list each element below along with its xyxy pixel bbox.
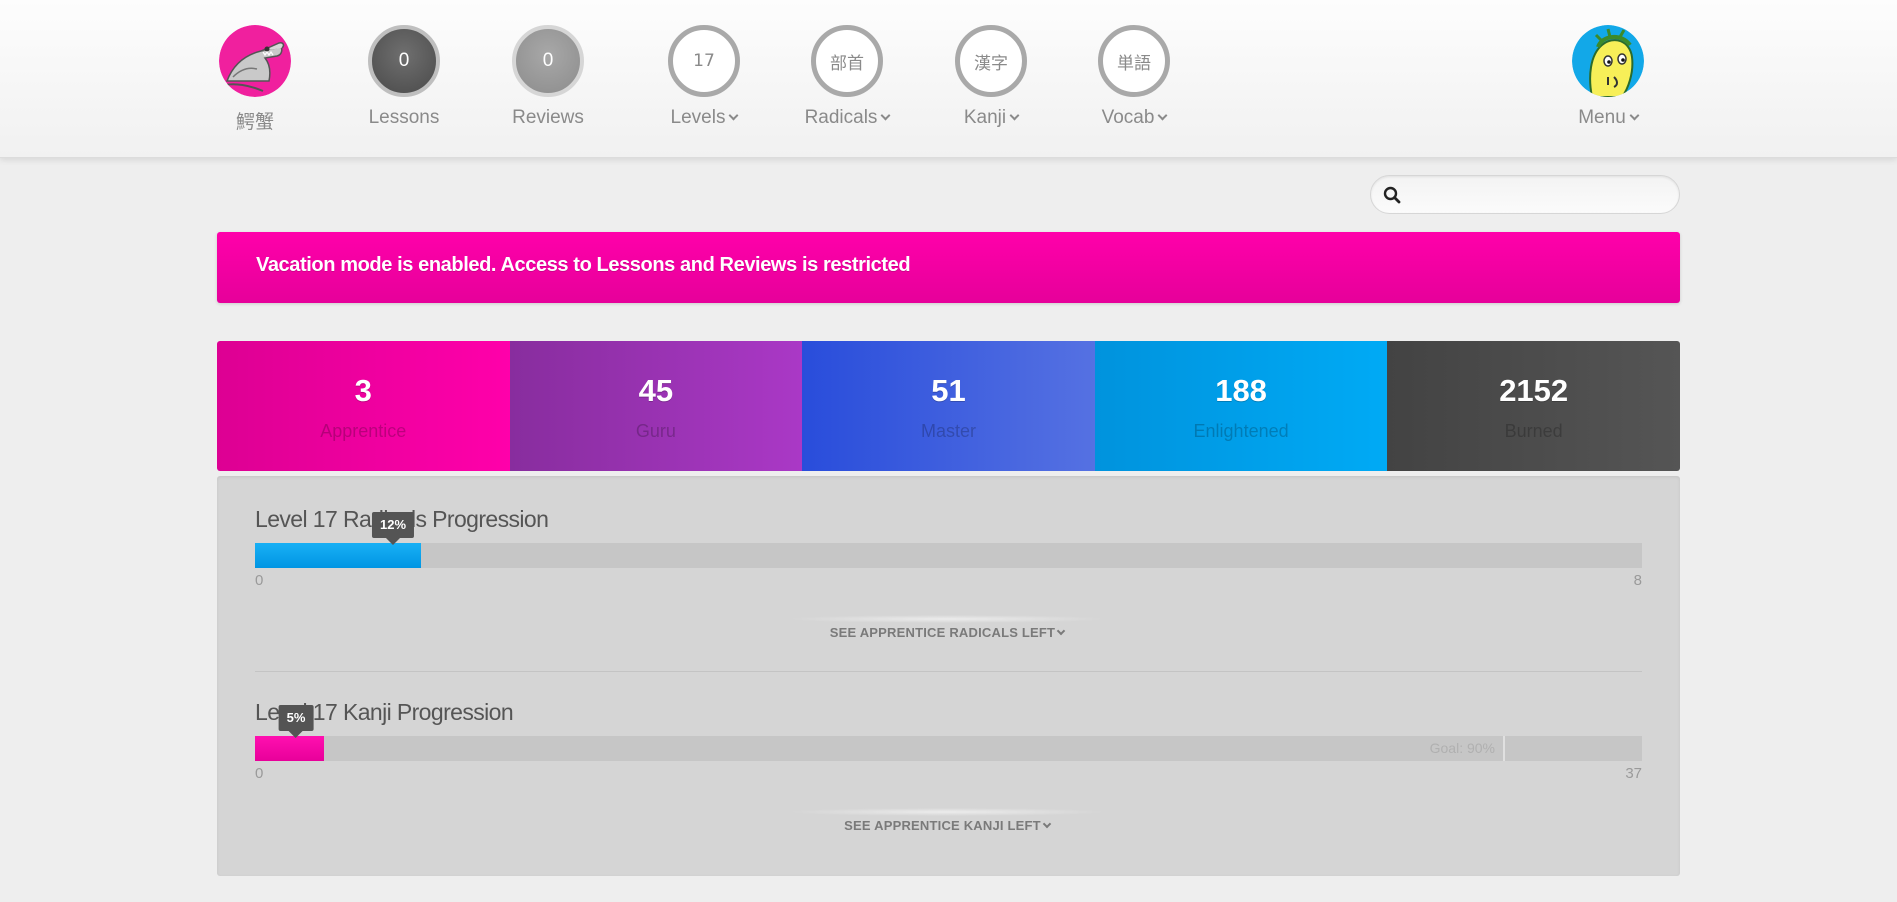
srs-label: Enlightened	[1193, 421, 1289, 441]
see-apprentice-kanji-button[interactable]: SEE APPRENTICE KANJI LEFT	[777, 808, 1117, 833]
menu-label: Menu	[1578, 107, 1626, 128]
vocab-nav[interactable]: 単語 Vocab	[1079, 25, 1189, 129]
srs-guru[interactable]: 45 Guru	[509, 341, 803, 471]
crocodile-avatar-icon	[219, 25, 291, 97]
lessons-nav[interactable]: 0 Lessons	[349, 25, 459, 129]
see-apprentice-radicals-label: SEE APPRENTICE RADICALS LEFT	[829, 625, 1056, 640]
srs-label: Apprentice	[320, 421, 407, 441]
kanji-max-value: 37	[1625, 765, 1642, 782]
search-input[interactable]	[1411, 182, 1666, 208]
kanji-badge[interactable]: 漢字	[955, 25, 1027, 97]
levels-badge[interactable]: 17	[668, 25, 740, 97]
reviews-label: Reviews	[512, 107, 584, 128]
see-apprentice-radicals-button[interactable]: SEE APPRENTICE RADICALS LEFT	[777, 615, 1117, 640]
srs-count: 188	[1215, 373, 1267, 408]
srs-count: 2152	[1499, 373, 1569, 408]
radicals-label: Radicals	[804, 107, 878, 128]
radicals-progress-fill	[255, 543, 421, 568]
kanji-goal-label: Goal: 90%	[1429, 740, 1495, 756]
kanji-label: Kanji	[963, 107, 1007, 128]
reviews-count-badge[interactable]: 0	[512, 25, 584, 97]
chevron-down-icon	[1056, 626, 1066, 636]
radicals-min-value: 0	[255, 572, 264, 589]
srs-count: 3	[354, 373, 372, 408]
chevron-down-icon	[1629, 110, 1640, 121]
kanji-min-value: 0	[255, 765, 264, 782]
radicals-badge[interactable]: 部首	[811, 25, 883, 97]
chevron-down-icon	[880, 110, 891, 121]
top-navigation: 鰐蟹 0 Lessons 0 Reviews 17 Levels 部首 Radi…	[0, 0, 1897, 158]
levels-nav[interactable]: 17 Levels	[649, 25, 759, 129]
lessons-label: Lessons	[368, 107, 440, 128]
search-icon[interactable]	[1383, 186, 1401, 204]
srs-master[interactable]: 51 Master	[802, 341, 1095, 471]
chevron-down-icon	[729, 110, 739, 121]
menu-avatar[interactable]	[1572, 25, 1644, 97]
vacation-mode-alert: Vacation mode is enabled. Access to Less…	[217, 232, 1680, 303]
kanji-goal-marker	[1503, 736, 1505, 761]
kanji-progress-fill	[255, 736, 324, 761]
menu-nav[interactable]: Menu	[1553, 25, 1663, 129]
srs-count: 51	[931, 373, 966, 408]
chevron-down-icon	[1157, 110, 1168, 121]
srs-enlightened[interactable]: 188 Enlightened	[1094, 341, 1388, 471]
radicals-percent-tooltip: 12%	[371, 512, 415, 545]
srs-label: Guru	[635, 421, 676, 441]
user-avatar[interactable]	[219, 25, 291, 97]
srs-label: Burned	[1504, 421, 1563, 441]
srs-count: 45	[638, 373, 674, 408]
srs-distribution: 3 Apprentice 45 Guru 51 Master 188 Enlig…	[217, 341, 1680, 471]
section-divider	[255, 671, 1642, 672]
user-profile[interactable]: 鰐蟹	[200, 25, 310, 134]
chevron-down-icon	[1042, 819, 1052, 829]
srs-label: Master	[920, 421, 976, 441]
radicals-progress-bar	[255, 543, 1642, 568]
srs-apprentice[interactable]: 3 Apprentice	[217, 341, 510, 471]
vocab-label: Vocab	[1101, 107, 1155, 128]
lessons-count-badge[interactable]: 0	[368, 25, 440, 97]
levels-label: Levels	[670, 107, 726, 128]
kanji-nav[interactable]: 漢字 Kanji	[936, 25, 1046, 129]
user-name: 鰐蟹	[235, 112, 274, 133]
vocab-badge[interactable]: 単語	[1098, 25, 1170, 97]
srs-burned[interactable]: 2152 Burned	[1387, 341, 1680, 471]
reviews-nav[interactable]: 0 Reviews	[493, 25, 603, 129]
vacation-mode-text: Vacation mode is enabled. Access to Less…	[256, 254, 911, 276]
kanji-progress-bar: Goal: 90%	[255, 736, 1642, 761]
chevron-down-icon	[1009, 110, 1020, 121]
radicals-max-value: 8	[1633, 572, 1642, 589]
see-apprentice-kanji-label: SEE APPRENTICE KANJI LEFT	[844, 818, 1041, 833]
radicals-nav[interactable]: 部首 Radicals	[792, 25, 902, 129]
character-avatar-icon	[1572, 25, 1644, 97]
search-box[interactable]	[1370, 175, 1680, 214]
kanji-percent-tooltip: 5%	[278, 705, 314, 738]
level-progress-panel: Level 17 Radicals Progression 12% 0 8 SE…	[217, 476, 1680, 876]
